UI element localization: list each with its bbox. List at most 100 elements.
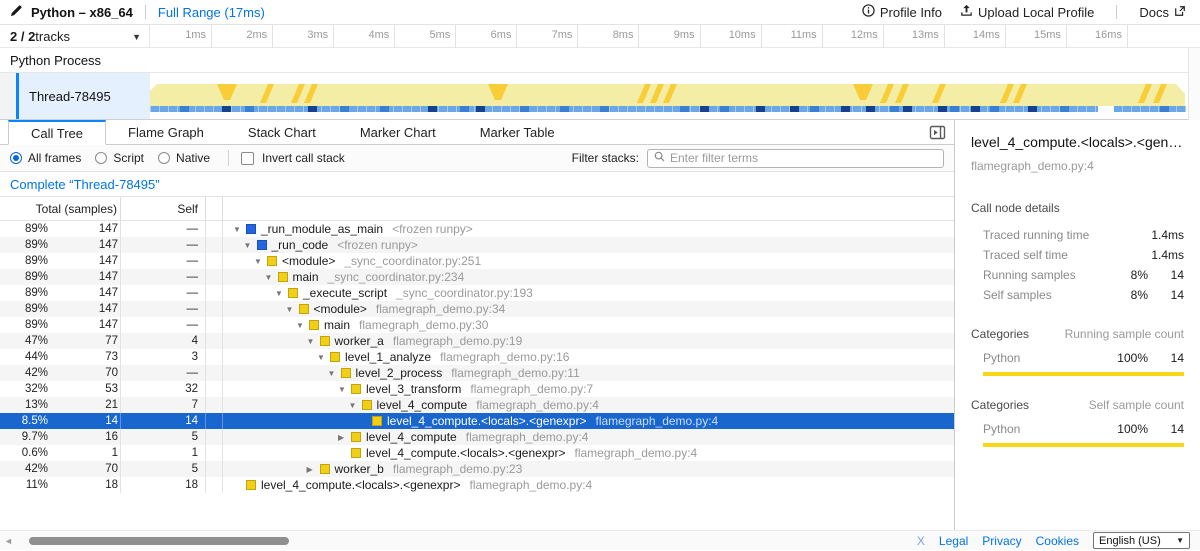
table-row[interactable]: 42%705▶worker_bflamegraph_demo.py:23 — [0, 461, 954, 477]
expand-arrow-icon[interactable]: ▶ — [307, 465, 320, 474]
table-row[interactable]: 42%70—▼level_2_processflamegraph_demo.py… — [0, 365, 954, 381]
docs-button[interactable]: Docs — [1139, 5, 1186, 20]
total-percent: 47% — [0, 335, 48, 347]
thread-activity-track[interactable] — [150, 73, 1188, 119]
scroll-left-arrow-icon[interactable]: ◄ — [0, 536, 15, 546]
collapse-arrow-icon[interactable]: ▼ — [296, 321, 309, 330]
tracks-count: 2 / 2 — [10, 29, 35, 44]
collapse-arrow-icon[interactable]: ▼ — [328, 369, 341, 378]
tracks-dropdown[interactable]: 2 / 2 tracks ▼ — [0, 25, 150, 48]
collapse-arrow-icon[interactable]: ▼ — [275, 289, 288, 298]
category-square-icon — [246, 480, 256, 490]
table-row[interactable]: 89%147—▼<module>_sync_coordinator.py:251 — [0, 253, 954, 269]
breadcrumb-complete-thread[interactable]: Complete “Thread-78495” — [10, 177, 160, 192]
tab-stack-chart[interactable]: Stack Chart — [226, 120, 338, 144]
total-percent: 11% — [0, 479, 48, 491]
process-track-header[interactable]: Python Process — [0, 48, 1200, 73]
expand-arrow-icon[interactable]: ▶ — [338, 433, 351, 442]
timeline-ruler[interactable]: 1ms2ms3ms4ms5ms6ms7ms8ms9ms10ms11ms12ms1… — [150, 25, 1188, 48]
radio-icon — [10, 152, 22, 164]
footer-link-legal[interactable]: Legal — [939, 534, 968, 548]
tracks-scrollbar[interactable] — [1188, 48, 1200, 120]
ruler-tick — [883, 25, 884, 48]
ruler-tick — [1127, 25, 1128, 48]
table-row[interactable]: 89%147—▼_execute_script_sync_coordinator… — [0, 285, 954, 301]
collapse-arrow-icon[interactable]: ▼ — [254, 257, 267, 266]
tab-call-tree[interactable]: Call Tree — [8, 120, 106, 145]
table-row[interactable]: 89%147—▼<module>flamegraph_demo.py:34 — [0, 301, 954, 317]
self-samples: — — [121, 301, 206, 317]
table-row[interactable]: 89%147—▼_run_code<frozen runpy> — [0, 237, 954, 253]
ruler-tick — [333, 25, 334, 48]
radio-native[interactable]: Native — [158, 151, 210, 165]
table-row[interactable]: 47%774▼worker_aflamegraph_demo.py:19 — [0, 333, 954, 349]
filter-stacks-label: Filter stacks: — [572, 151, 639, 165]
radio-icon — [95, 152, 107, 164]
ruler-tick — [1066, 25, 1067, 48]
tracks-count-suffix: tracks — [35, 29, 70, 44]
language-select[interactable]: English (US) ▼ — [1093, 532, 1190, 549]
collapse-arrow-icon[interactable]: ▼ — [338, 385, 351, 394]
footer-link-privacy[interactable]: Privacy — [982, 534, 1021, 548]
sample-strip-segment — [1160, 106, 1169, 112]
radio-script[interactable]: Script — [95, 151, 144, 165]
profile-info-button[interactable]: Profile Info — [862, 4, 942, 20]
table-row[interactable]: 89%147—▼main_sync_coordinator.py:234 — [0, 269, 954, 285]
invert-call-stack-checkbox[interactable]: Invert call stack — [241, 151, 345, 165]
sidebar-details: Traced running time1.4msTraced self time… — [971, 225, 1184, 305]
collapse-arrow-icon[interactable]: ▼ — [244, 241, 257, 250]
docs-label: Docs — [1139, 5, 1169, 20]
collapse-arrow-icon[interactable]: ▼ — [265, 273, 278, 282]
total-samples: 147 — [48, 253, 121, 269]
sample-strip-segment — [560, 106, 569, 112]
table-row[interactable]: 44%733▼level_1_analyzeflamegraph_demo.py… — [0, 349, 954, 365]
table-row[interactable]: 11%1818▼level_4_compute.<locals>.<genexp… — [0, 477, 954, 493]
activity-graph — [150, 83, 1188, 106]
table-row[interactable]: 13%217▼level_4_computeflamegraph_demo.py… — [0, 397, 954, 413]
self-samples: — — [121, 269, 206, 285]
category-square-icon — [257, 240, 267, 250]
total-percent: 42% — [0, 367, 48, 379]
function-name: level_3_transform — [366, 382, 461, 396]
thread-track-label[interactable]: Thread-78495 — [19, 73, 150, 119]
footer-dismiss-link[interactable]: X — [917, 534, 925, 548]
collapse-arrow-icon[interactable]: ▼ — [317, 353, 330, 362]
filter-stacks-input[interactable] — [670, 151, 937, 165]
table-row[interactable]: 9.7%165▶level_4_computeflamegraph_demo.p… — [0, 429, 954, 445]
info-icon — [862, 4, 875, 20]
table-row[interactable]: 89%147—▼mainflamegraph_demo.py:30 — [0, 317, 954, 333]
column-header-self[interactable]: Self — [121, 197, 206, 220]
footer-link-cookies[interactable]: Cookies — [1036, 534, 1079, 548]
row-icon-cell — [206, 461, 223, 477]
call-tree-rows: 89%147—▼_run_module_as_main<frozen runpy… — [0, 221, 954, 493]
sidebar-toggle-icon[interactable] — [929, 124, 946, 141]
edit-pencil-icon[interactable] — [10, 4, 23, 20]
total-percent: 9.7% — [0, 431, 48, 443]
total-samples: 147 — [48, 269, 121, 285]
column-header-total[interactable]: Total (samples) — [0, 197, 121, 220]
upload-profile-button[interactable]: Upload Local Profile — [960, 4, 1094, 20]
full-range-link[interactable]: Full Range (17ms) — [158, 5, 265, 20]
horizontal-scrollbar-thumb[interactable] — [29, 537, 289, 545]
table-row[interactable]: 8.5%1414▼level_4_compute.<locals>.<genex… — [0, 413, 954, 429]
sample-strip-segment — [990, 106, 999, 112]
table-row[interactable]: 32%5332▼level_3_transformflamegraph_demo… — [0, 381, 954, 397]
collapse-arrow-icon[interactable]: ▼ — [349, 401, 362, 410]
collapse-arrow-icon[interactable]: ▼ — [307, 337, 320, 346]
tab-flame-graph[interactable]: Flame Graph — [106, 120, 226, 144]
total-samples: 70 — [48, 461, 121, 477]
ruler-tick-label: 3ms — [307, 29, 333, 41]
radio-all-frames[interactable]: All frames — [10, 151, 81, 165]
tab-marker-table[interactable]: Marker Table — [458, 120, 577, 144]
divider — [228, 150, 229, 166]
radio-native-label: Native — [176, 151, 210, 165]
tab-marker-chart[interactable]: Marker Chart — [338, 120, 458, 144]
collapse-arrow-icon[interactable]: ▼ — [286, 305, 299, 314]
table-row[interactable]: 0.6%11▼level_4_compute.<locals>.<genexpr… — [0, 445, 954, 461]
ruler-tick — [761, 25, 762, 48]
table-row[interactable]: 89%147—▼_run_module_as_main<frozen runpy… — [0, 221, 954, 237]
total-percent: 44% — [0, 351, 48, 363]
ruler-tick-label: 16ms — [1095, 29, 1127, 41]
function-name: level_2_process — [356, 366, 443, 380]
collapse-arrow-icon[interactable]: ▼ — [233, 225, 246, 234]
